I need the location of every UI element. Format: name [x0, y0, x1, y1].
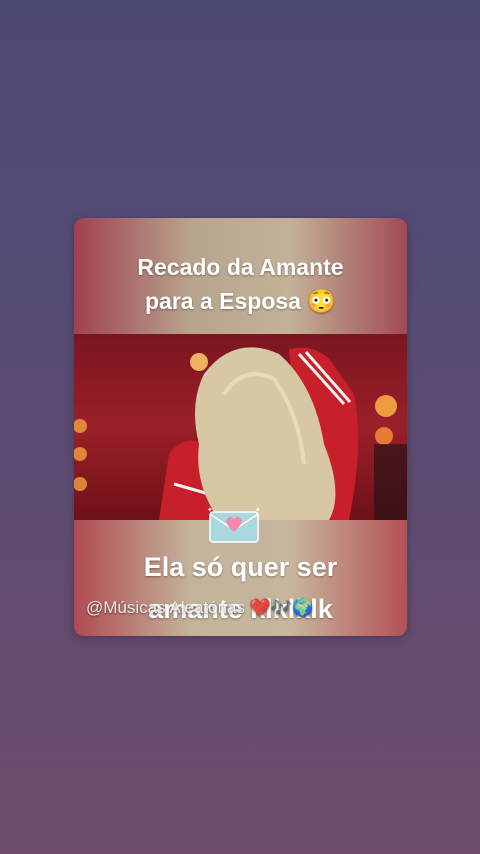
- post-title-line1: Recado da Amante: [137, 254, 344, 280]
- video-scene: [74, 347, 407, 520]
- post-card[interactable]: Recado da Amante para a Esposa 😳 ✦ ✦ Ela…: [74, 218, 407, 636]
- stage-light: [74, 477, 87, 491]
- creator-watermark: @Músicas Aleatórias ❤️🎶🌍: [86, 598, 314, 617]
- post-caption-line1: Ela só quer ser: [143, 552, 338, 582]
- post-title-line2: para a Esposa 😳: [145, 288, 336, 314]
- background-person: [374, 444, 407, 520]
- love-letter-icon: ✦ ✦: [207, 506, 261, 543]
- svg-text:✦: ✦: [207, 506, 213, 514]
- stage-light: [190, 353, 208, 371]
- video-frame[interactable]: [74, 334, 407, 520]
- stage-light: [375, 395, 397, 417]
- stage-light: [375, 427, 393, 445]
- stage-light: [74, 419, 87, 433]
- stage-light: [74, 447, 87, 461]
- svg-text:✦: ✦: [255, 506, 261, 514]
- post-title: Recado da Amante para a Esposa 😳: [74, 250, 407, 318]
